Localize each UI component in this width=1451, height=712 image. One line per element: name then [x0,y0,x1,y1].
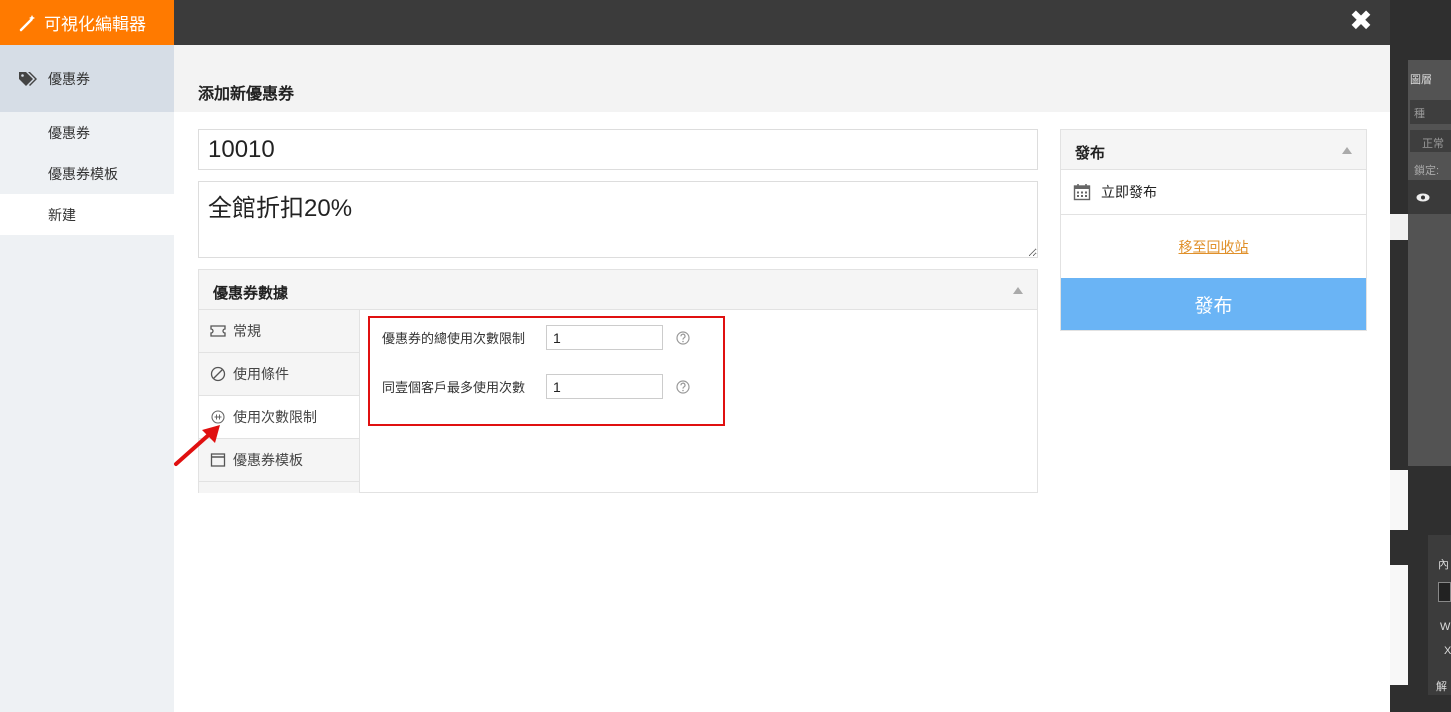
tab-label: 使用條件 [233,366,289,382]
total-usage-limit-input[interactable] [546,325,663,350]
sidebar-item-coupons[interactable]: 優惠券 [0,112,174,153]
page-header: 添加新優惠券 [174,45,1390,112]
calendar-icon [1073,184,1091,201]
ban-icon [210,366,226,382]
magic-wand-icon [19,14,35,31]
help-icon[interactable] [676,379,690,394]
sidebar-group-label: 優惠券 [48,70,90,87]
inner-label: 內 [1438,559,1449,571]
tab-label: 使用次數限制 [233,409,317,425]
close-icon: ✖ [1349,5,1373,36]
publish-header[interactable]: 發布 [1061,130,1366,170]
main-content: 添加新優惠券 全館折扣20% 優惠券數據 常規 使用條件 [174,45,1390,712]
publish-button[interactable]: 發布 [1061,278,1366,330]
app-title: 可視化編輯器 [44,15,146,34]
coupon-code-input[interactable] [198,129,1038,170]
page-title: 添加新優惠券 [198,86,295,103]
help-icon[interactable] [676,330,690,345]
sidebar-item-coupon-templates[interactable]: 優惠券模板 [0,153,174,194]
move-to-trash-link[interactable]: 移至回收站 [1061,237,1366,257]
sidebar-item-new[interactable]: 新建 [0,194,174,235]
sidebar-group-coupons[interactable]: 優惠券 [0,45,174,112]
tab-usage-restriction[interactable]: 使用條件 [199,353,359,396]
tab-label: 優惠券模板 [233,452,303,468]
background-page-strip [1390,565,1408,685]
sidebar-item-label: 優惠券模板 [48,165,118,182]
background-page-strip [1390,470,1408,530]
ticket-icon [210,325,226,337]
publish-title: 發布 [1075,145,1106,162]
tags-icon [19,71,37,86]
per-customer-usage-limit-input[interactable] [546,374,663,399]
background-page-strip [1390,214,1408,240]
top-bar: ✖ [174,0,1390,45]
per-customer-usage-limit-label: 同壹個客戶最多使用次數 [382,380,526,395]
coupon-data-title: 優惠券數據 [213,285,289,302]
sidebar-item-label: 新建 [48,206,76,223]
sidebar: 可視化編輯器 優惠券 優惠券 優惠券模板 新建 [0,0,174,712]
tab-label: 常規 [233,323,261,339]
total-usage-limit-row: 優惠券的總使用次數限制 [382,325,690,350]
per-customer-usage-limit-row: 同壹個客戶最多使用次數 [382,374,690,399]
collapse-caret-icon[interactable] [1342,147,1352,154]
red-arrow-annotation [174,425,220,466]
width-label: W [1440,621,1451,633]
coupon-description-input[interactable]: 全館折扣20% [198,181,1038,258]
publish-panel: 發布 立即發布 移至回收站 發布 [1060,129,1367,331]
publish-immediately-row[interactable]: 立即發布 [1061,170,1366,215]
sidebar-item-label: 優惠券 [48,124,90,141]
coupon-data-header[interactable]: 優惠券數據 [199,270,1037,310]
background-app: 圖層 種 正常 鎖定: 內 W X 解 [1390,0,1451,712]
tab-general[interactable]: 常規 [199,310,359,353]
total-usage-limit-label: 優惠券的總使用次數限制 [382,331,526,346]
layers-search-text: 種 [1414,108,1425,120]
collapse-caret-icon[interactable] [1013,287,1023,294]
app-brand[interactable]: 可視化編輯器 [0,0,174,45]
close-button[interactable]: ✖ [1348,5,1374,36]
eye-icon[interactable] [1416,193,1430,202]
layers-tab-label[interactable]: 圖層 [1410,71,1432,87]
blend-mode-label: 正常 [1422,138,1444,150]
resolve-label: 解 [1436,681,1447,693]
x-label: X [1444,645,1451,657]
publish-now-label: 立即發布 [1101,184,1157,200]
properties-field[interactable] [1438,582,1451,602]
lock-label: 鎖定: [1414,165,1440,177]
